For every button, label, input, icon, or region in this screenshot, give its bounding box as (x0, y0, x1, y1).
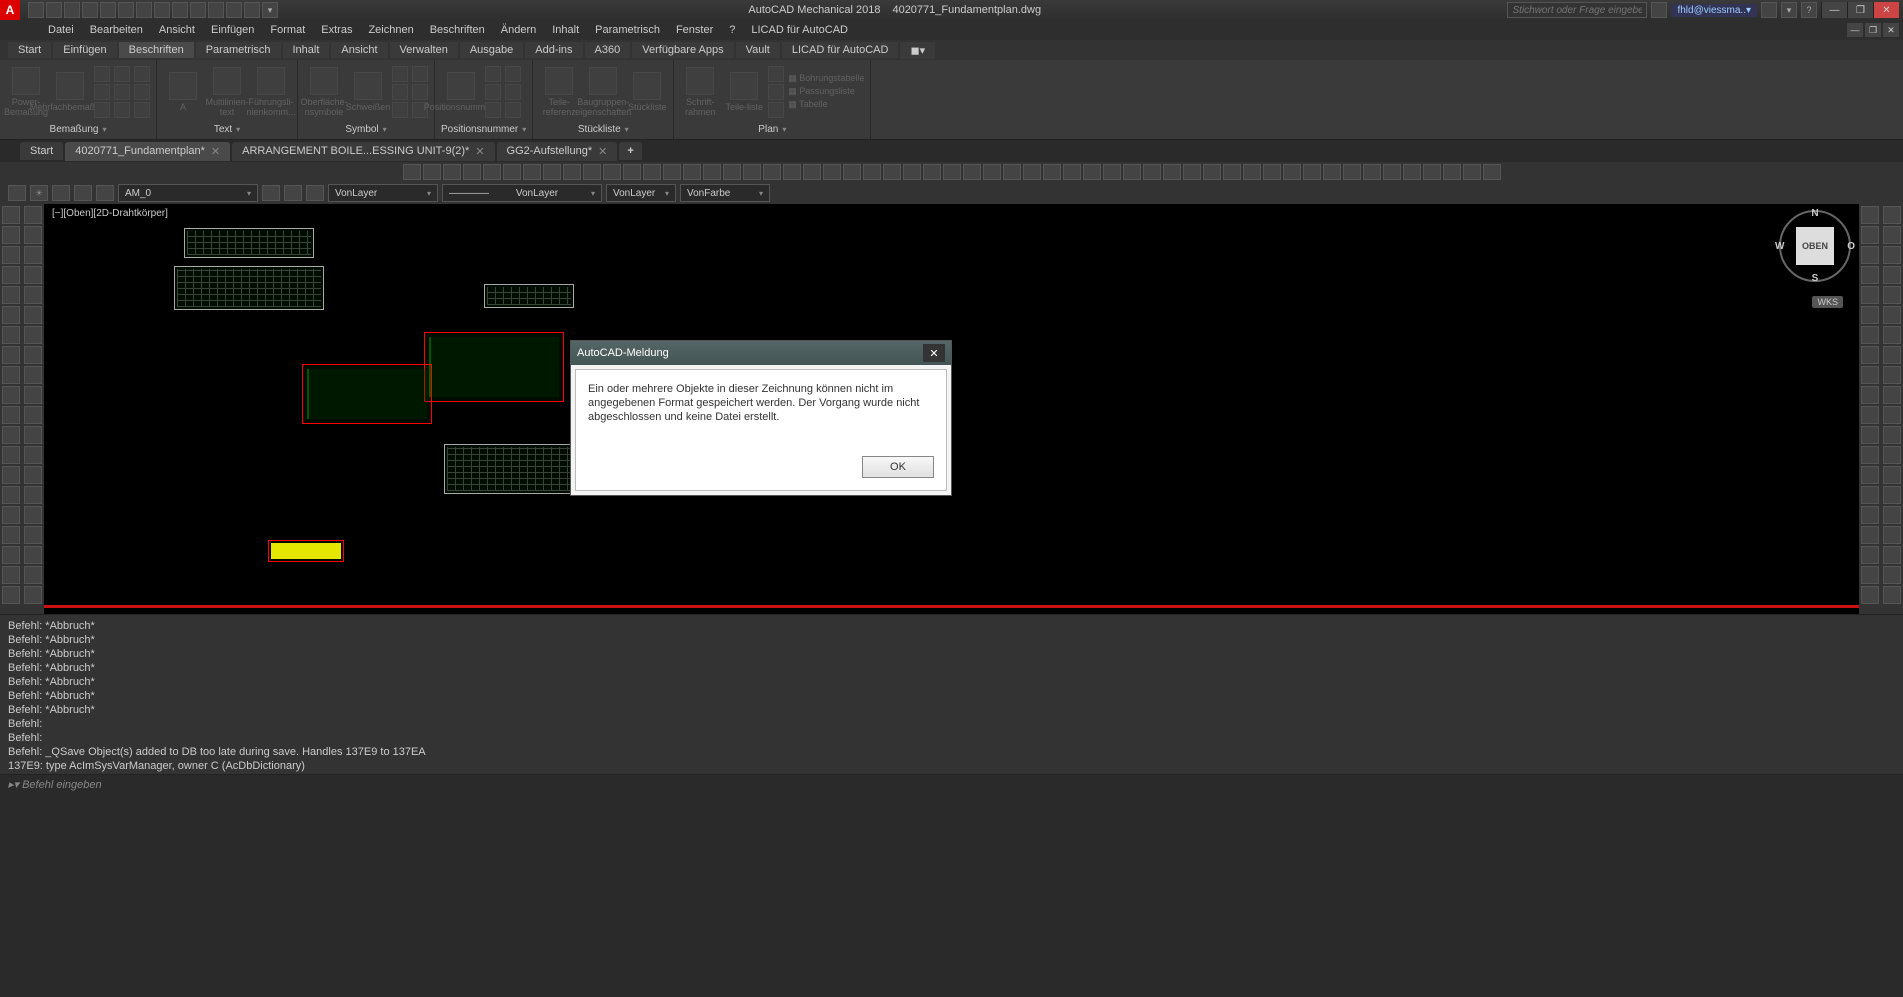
modal-overlay: AutoCAD-Meldung ✕ Ein oder mehrere Objek… (0, 0, 1903, 997)
autocad-message-dialog: AutoCAD-Meldung ✕ Ein oder mehrere Objek… (570, 340, 952, 496)
dialog-close-button[interactable]: ✕ (923, 344, 945, 362)
dialog-title: AutoCAD-Meldung (577, 347, 669, 359)
ok-button[interactable]: OK (862, 456, 934, 478)
dialog-message: Ein oder mehrere Objekte in dieser Zeich… (588, 382, 934, 442)
